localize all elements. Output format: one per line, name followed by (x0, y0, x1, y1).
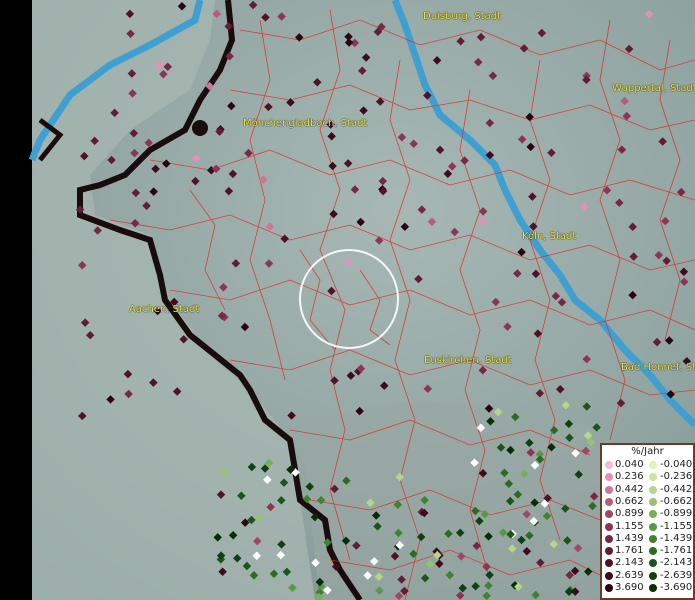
legend-swatch-negative (649, 485, 657, 494)
legend-swatch-negative (649, 559, 657, 568)
legend-swatch-negative (649, 461, 657, 469)
legend-value-positive: 1.155 (615, 520, 644, 532)
legend-value-positive: 0.442 (615, 483, 644, 495)
legend-row: 0.899 -0.899 (602, 508, 695, 520)
legend-row: 1.155 -1.155 (602, 521, 695, 533)
legend-value-positive: 0.662 (615, 495, 644, 507)
legend-row: 1.761 -1.761 (602, 545, 695, 557)
legend-value-positive: 0.040 (615, 459, 644, 470)
legend-value-negative: -0.236 (660, 471, 693, 483)
legend-row: 2.639 -2.639 (602, 570, 695, 582)
legend-swatch-negative (649, 571, 657, 580)
legend-row: 1.439 -1.439 (602, 533, 695, 545)
legend-value-negative: -0.662 (660, 495, 693, 507)
legend-value-positive: 0.899 (615, 508, 644, 520)
left-black-strip (0, 0, 32, 600)
city-label-bad-honnef: Bad Honnef, Stadt (621, 362, 695, 373)
city-label-duisburg: Duisburg, Stadt (423, 11, 502, 22)
legend-swatch-positive (605, 497, 613, 506)
legend-value-negative: -2.143 (660, 557, 693, 569)
legend-swatch-positive (605, 485, 613, 494)
legend-row: 0.662 -0.662 (602, 496, 695, 508)
legend-title: %/Jahr (631, 446, 664, 457)
legend-swatch-negative (649, 497, 657, 506)
legend-row: 0.442 -0.442 (602, 484, 695, 496)
legend-value-negative: -1.155 (660, 520, 693, 532)
legend-swatch-negative (649, 584, 657, 592)
legend-swatch-positive (605, 510, 613, 519)
legend-row: 0.236 -0.236 (602, 471, 695, 483)
legend-value-positive: 1.439 (615, 532, 644, 544)
legend-swatch-positive (605, 473, 613, 482)
city-label-euskirchen: Euskirchen, Stadt (424, 355, 512, 366)
city-label-koeln: Köln, Stadt (522, 231, 577, 242)
legend-value-negative: -0.040 (660, 459, 693, 470)
legend-value-positive: 0.236 (615, 471, 644, 483)
map-canvas[interactable] (0, 0, 695, 600)
city-label-moenchengladbach: Mönchengladbach, Stadt (243, 118, 368, 129)
legend-value-positive: 3.690 (615, 582, 644, 593)
legend-swatch-positive (605, 571, 613, 580)
legend-row: 0.040 -0.040 (602, 459, 695, 471)
legend-value-positive: 2.639 (615, 569, 644, 581)
legend-value-positive: 2.143 (615, 557, 644, 569)
legend-row: 3.690 -3.690 (602, 582, 695, 594)
legend-swatch-negative (649, 510, 657, 519)
legend-value-negative: -3.690 (660, 582, 693, 593)
city-label-aachen: Aachen, Stadt (129, 304, 200, 315)
legend-value-negative: -1.761 (660, 545, 693, 557)
legend-value-negative: -0.442 (660, 483, 693, 495)
legend-value-negative: -0.899 (660, 508, 693, 520)
border-marker (192, 120, 208, 136)
legend-swatch-negative (649, 547, 657, 556)
legend-swatch-positive (605, 584, 613, 592)
legend-swatch-positive (605, 522, 613, 531)
legend-swatch-negative (649, 522, 657, 531)
legend-swatch-negative (649, 534, 657, 543)
legend-swatch-positive (605, 534, 613, 543)
legend-value-negative: -2.639 (660, 569, 693, 581)
legend-swatch-positive (605, 461, 613, 469)
legend-value-negative: -1.439 (660, 532, 693, 544)
legend-row: 2.143 -2.143 (602, 557, 695, 569)
city-label-wuppertal: Wuppertal, Stadt (612, 83, 695, 94)
legend-value-positive: 1.761 (615, 545, 644, 557)
legend: %/Jahr 0.040 -0.040 0.236 -0.236 0.442 -0.442… (600, 443, 695, 600)
legend-swatch-negative (649, 473, 657, 482)
legend-swatch-positive (605, 559, 613, 568)
legend-swatch-positive (605, 547, 613, 556)
